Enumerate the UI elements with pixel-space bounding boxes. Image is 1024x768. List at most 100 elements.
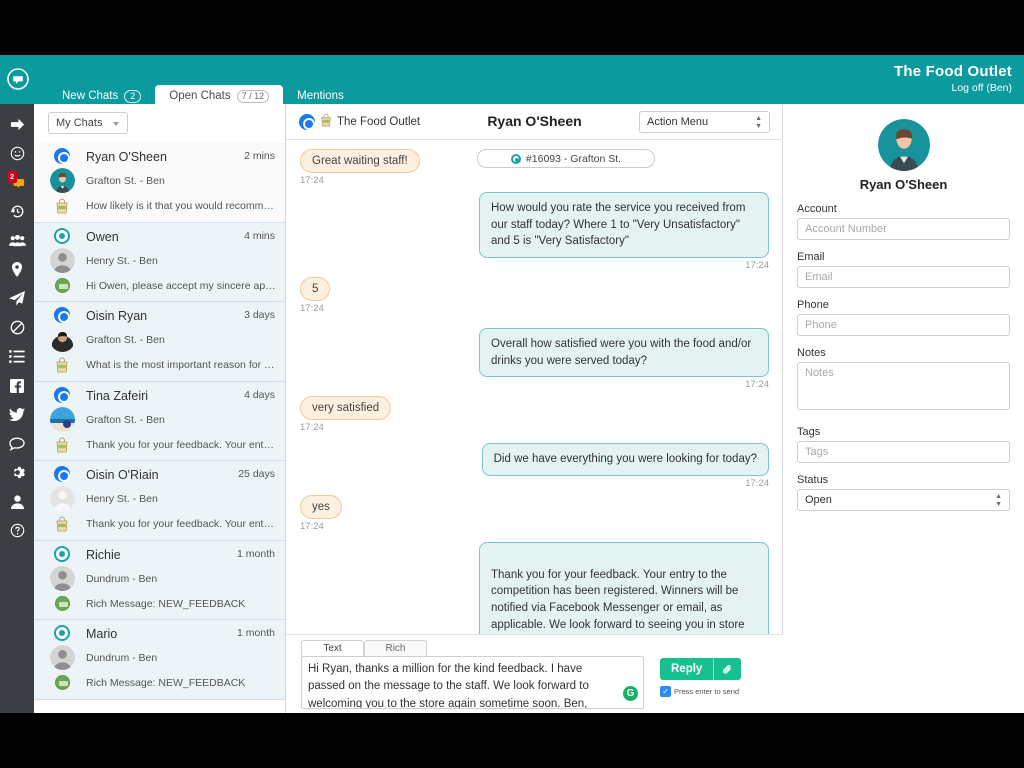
message-row: yes 17:24 [300,495,769,532]
messenger-channel-icon [54,386,70,403]
paper-plane-icon[interactable] [0,284,34,313]
chat-list-item[interactable]: Tina Zafeiri 4 days Grafton St. - Ben Th… [34,381,285,461]
check-icon[interactable]: ✓ [660,686,671,697]
blocked-icon[interactable] [0,313,34,342]
web-channel-icon [54,227,70,244]
status-select[interactable]: Open ▲ ▼ [797,489,1010,511]
people-group-icon[interactable] [0,226,34,255]
phone-label: Phone [797,299,829,311]
chat-list-item[interactable]: Owen 4 mins Henry St. - Ben Hi Owen, ple… [34,222,285,302]
message-bubble-outgoing: Did we have everything you were looking … [481,443,769,477]
reply-composer: Text Rich G Reply ✓ Press e [286,634,783,713]
arrow-right-icon[interactable] [0,110,34,139]
email-field[interactable] [797,266,1010,288]
messenger-channel-icon [54,307,70,323]
store-bag-icon [55,437,69,453]
tab-new-chats-label: New Chats [62,90,119,102]
chat-item-sub: Henry St. - Ben [86,254,158,267]
notes-field[interactable] [797,362,1010,410]
message-row: Overall how satisfied were you with the … [300,328,769,390]
account-field[interactable] [797,218,1010,240]
status-select-value: Open [805,494,832,506]
tags-field[interactable] [797,441,1010,463]
chat-list-item[interactable]: Oisin O'Riain 25 days Henry St. - Ben Th… [34,461,285,541]
chat-item-time: 1 month [237,547,275,560]
tab-new-chats-badge: 2 [124,89,142,103]
reply-button[interactable]: Reply [660,658,714,680]
chat-list-item[interactable]: Ryan O'Sheen 2 mins Grafton St. - Ben Ho… [34,143,285,223]
tab-open-chats-badge: 7 / 12 [236,89,270,103]
tab-open-chats-label: Open Chats [169,90,231,102]
user-icon[interactable] [0,487,34,516]
messenger-channel-icon [54,148,70,164]
my-chats-select-value: My Chats [56,117,103,129]
history-clock-icon[interactable] [0,197,34,226]
message-row: How would you rate the service you recei… [300,192,769,271]
paperclip-icon[interactable] [713,658,742,680]
chat-item-sub: Henry St. - Ben [86,493,158,505]
avatar [50,406,75,432]
reply-button-group: Reply [660,658,742,680]
avatar [50,247,75,273]
gear-icon[interactable] [0,458,34,487]
profile-name: Ryan O'Sheen [859,177,948,192]
phone-field[interactable] [797,314,1010,336]
chat-list-item[interactable]: Mario 1 month Dundrum - Ben Rich Message… [34,620,285,700]
chat-item-time: 1 month [237,627,275,639]
top-header-bar: New Chats 2 Open Chats 7 / 12 Mentions T… [0,55,1024,107]
chat-item-time: 3 days [244,309,275,321]
chat-item-sub: Grafton St. - Ben [86,334,165,346]
message-thread[interactable]: #16093 - Grafton St. Great waiting staff… [286,140,783,678]
smiley-icon[interactable] [0,139,34,168]
message-row: 5 17:24 [300,277,769,314]
conversation-org: The Food Outlet [299,113,420,130]
chat-item-preview: Rich Message: NEW_FEEDBACK [86,677,246,689]
message-row: very satisfied 17:24 [300,396,769,433]
speech-bubbles-icon[interactable]: 2 [0,168,34,197]
chat-list-item[interactable]: Richie 1 month Dundrum - Ben Rich Messag… [34,540,285,620]
web-channel-icon [54,625,70,641]
facebook-icon[interactable] [0,371,34,400]
chat-item-preview: Hi Owen, please accept my sincere apolo… [86,279,276,292]
reply-textarea[interactable] [301,656,644,709]
chat-list-scroll[interactable]: Ryan O'Sheen 2 mins Grafton St. - Ben Ho… [34,143,285,713]
store-bag-icon [320,113,332,130]
action-menu-select[interactable]: Action Menu ▲ ▼ [639,111,770,133]
tab-text-mode[interactable]: Text [301,640,364,656]
avatar [50,327,75,352]
messenger-channel-icon [299,113,315,130]
message-row: Did we have everything you were looking … [300,443,769,489]
list-icon[interactable] [0,342,34,371]
chat-list-item[interactable]: Oisin Ryan 3 days Grafton St. - Ben What… [34,302,285,382]
tab-rich-mode[interactable]: Rich [364,640,427,656]
message-bubble-outgoing: How would you rate the service you recei… [479,192,769,259]
grammarly-icon[interactable]: G [623,686,638,701]
conversation-column: The Food Outlet Ryan O'Sheen Action Menu… [286,104,783,713]
help-icon[interactable] [0,516,34,545]
org-identity-block: The Food Outlet Log off (Ben) [894,63,1012,94]
press-enter-to-send-row[interactable]: ✓ Press enter to send [660,686,741,697]
comment-icon[interactable] [0,429,34,458]
message-bubble-incoming: yes [300,495,342,520]
message-timestamp: 17:24 [300,521,324,533]
location-pin-icon[interactable] [0,255,34,284]
message-timestamp: 17:24 [300,175,324,186]
email-label: Email [797,251,825,263]
avatar [50,645,75,670]
my-chats-select[interactable]: My Chats [48,112,128,134]
chat-item-sub: Dundrum - Ben [86,572,158,585]
conversation-org-label: The Food Outlet [337,115,421,128]
store-bag-icon [55,198,69,214]
tags-label: Tags [797,426,821,438]
composer-textarea-wrap: G [301,656,644,713]
message-timestamp: 17:24 [745,260,769,272]
chat-item-sub: Grafton St. - Ben [86,175,165,187]
status-label: Status [797,474,829,486]
chat-item-sub: Grafton St. - Ben [86,413,165,426]
press-enter-label: Press enter to send [674,687,740,696]
message-bubble-incoming: very satisfied [300,396,392,421]
log-off-link[interactable]: Log off (Ben) [894,82,1012,94]
send-controls: Reply ✓ Press enter to send [660,658,742,697]
action-menu-value: Action Menu [647,116,709,128]
twitter-icon[interactable] [0,400,34,429]
